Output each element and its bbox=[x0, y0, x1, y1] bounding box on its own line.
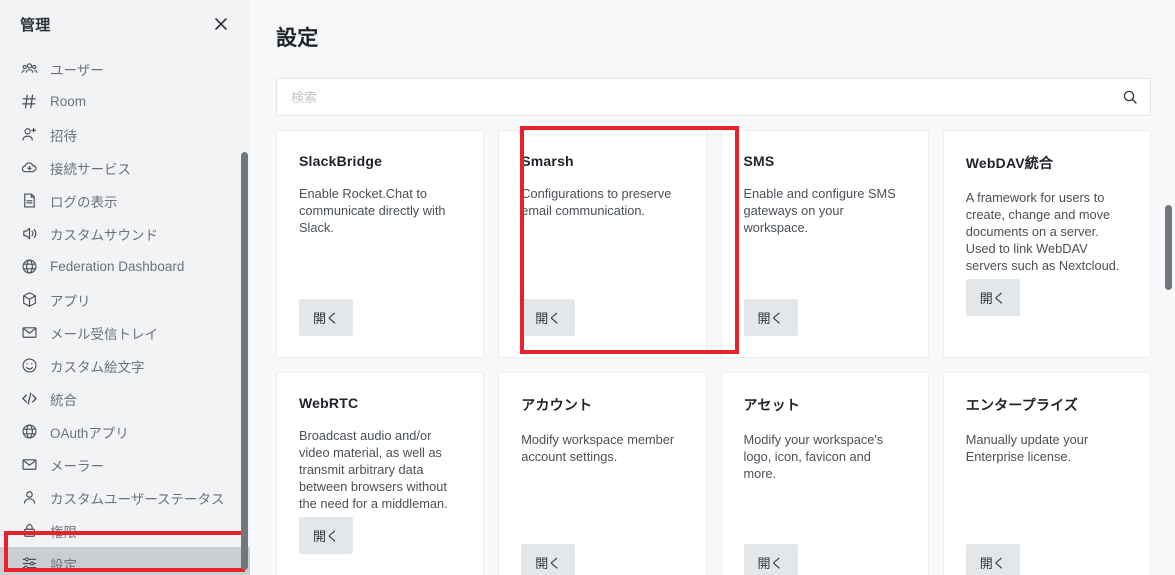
sidebar-item-13[interactable]: カスタムユーザーステータス bbox=[0, 481, 250, 514]
sidebar-item-10[interactable]: 統合 bbox=[0, 382, 250, 415]
open-button[interactable]: 開く bbox=[743, 299, 798, 336]
sidebar-item-list: ユーザー Room 招待接続サービス ログの表示カスタムサウンド Federation … bbox=[0, 48, 250, 575]
sidebar-item-label: 設定 bbox=[50, 557, 77, 573]
sidebar-item-11[interactable]: OAuthアプリ bbox=[0, 415, 250, 448]
sidebar-item-0[interactable]: ユーザー bbox=[0, 52, 250, 85]
settings-main-panel: 設定 SlackBridge Enable Rocket.Chat to comm… bbox=[250, 0, 1175, 575]
cloud-plus-icon bbox=[20, 159, 38, 177]
card-description: Configurations to preserve email communi… bbox=[521, 186, 672, 218]
globe-icon bbox=[20, 258, 38, 276]
card-title: Smarsh bbox=[521, 153, 574, 169]
sidebar-item-label: ログの表示 bbox=[50, 194, 118, 210]
search-box[interactable] bbox=[276, 78, 1151, 116]
sidebar-item-label: メーラー bbox=[50, 458, 104, 474]
main-scrollbar[interactable] bbox=[1165, 205, 1172, 290]
sidebar-item-label: カスタム絵文字 bbox=[50, 359, 145, 375]
card-title: アカウント bbox=[521, 397, 593, 413]
settings-card[interactable]: WebDAV統合 A framework for users to create,… bbox=[942, 130, 1151, 358]
search-container bbox=[250, 52, 1175, 116]
close-icon[interactable] bbox=[208, 11, 234, 37]
sidebar-title: 管理 bbox=[20, 16, 51, 34]
lock-icon bbox=[20, 522, 38, 540]
sidebar-item-label: Room bbox=[50, 94, 87, 109]
emoji-icon bbox=[20, 357, 38, 375]
search-input[interactable] bbox=[291, 89, 1122, 105]
user-plus-icon bbox=[20, 126, 38, 144]
settings-card-grid: SlackBridge Enable Rocket.Chat to communi… bbox=[250, 116, 1175, 575]
code-icon bbox=[20, 390, 38, 408]
sidebar-item-12[interactable]: メーラー bbox=[0, 448, 250, 481]
sidebar-item-label: 統合 bbox=[50, 392, 77, 408]
card-title: SMS bbox=[743, 153, 775, 169]
settings-card[interactable]: アカウント Modify workspace member account set… bbox=[498, 372, 707, 575]
hash-icon bbox=[20, 93, 38, 111]
cube-icon bbox=[20, 291, 38, 309]
open-button[interactable]: 開く bbox=[299, 517, 354, 554]
page-title: 設定 bbox=[276, 27, 319, 50]
sidebar-item-label: カスタムサウンド bbox=[50, 227, 158, 243]
open-button[interactable]: 開く bbox=[965, 544, 1020, 575]
person-icon bbox=[20, 489, 38, 507]
sidebar-item-1[interactable]: Room bbox=[0, 85, 250, 118]
team-icon bbox=[20, 60, 38, 78]
mail-icon bbox=[20, 324, 38, 342]
card-title: WebDAV統合 bbox=[965, 155, 1054, 171]
sidebar-item-4[interactable]: ログの表示 bbox=[0, 184, 250, 217]
sliders-icon bbox=[20, 555, 38, 573]
settings-card[interactable]: SlackBridge Enable Rocket.Chat to communi… bbox=[276, 130, 485, 358]
admin-settings-page: 管理 ユーザー Room 招待接続サービス ログの表示カスタムサウンド Federati… bbox=[0, 0, 1175, 575]
sidebar-item-label: Federation Dashboard bbox=[50, 259, 185, 274]
open-button[interactable]: 開く bbox=[521, 299, 576, 336]
sidebar-item-label: カスタムユーザーステータス bbox=[50, 491, 225, 507]
sidebar-scrollbar[interactable] bbox=[241, 152, 248, 570]
card-description: Manually update your Enterprise license. bbox=[965, 432, 1089, 464]
globe-icon bbox=[20, 423, 38, 441]
sidebar-item-6[interactable]: Federation Dashboard bbox=[0, 250, 250, 283]
sidebar-item-label: 接続サービス bbox=[50, 161, 131, 177]
sidebar-item-7[interactable]: アプリ bbox=[0, 283, 250, 316]
sidebar-item-8[interactable]: メール受信トレイ bbox=[0, 316, 250, 349]
sidebar-item-label: 招待 bbox=[50, 128, 77, 144]
card-title: エンタープライズ bbox=[965, 397, 1079, 413]
open-button[interactable]: 開く bbox=[521, 544, 576, 575]
search-icon[interactable] bbox=[1122, 89, 1138, 105]
settings-card[interactable]: WebRTC Broadcast audio and/or video mater… bbox=[276, 372, 485, 575]
sidebar-item-label: ユーザー bbox=[50, 62, 104, 78]
card-title: SlackBridge bbox=[299, 153, 383, 169]
sidebar-item-label: アプリ bbox=[50, 293, 91, 309]
card-description: Broadcast audio and/or video material, a… bbox=[299, 428, 448, 511]
card-description: A framework for users to create, change … bbox=[965, 190, 1120, 273]
sidebar-item-3[interactable]: 接続サービス bbox=[0, 151, 250, 184]
admin-sidebar: 管理 ユーザー Room 招待接続サービス ログの表示カスタムサウンド Federati… bbox=[0, 0, 250, 575]
settings-card[interactable]: エンタープライズ Manually update your Enterprise … bbox=[942, 372, 1151, 575]
sidebar-item-14[interactable]: 権限 bbox=[0, 514, 250, 547]
card-title: アセット bbox=[743, 397, 801, 413]
sidebar-header: 管理 bbox=[0, 0, 250, 48]
sidebar-item-15[interactable]: 設定 bbox=[0, 547, 250, 575]
card-description: Modify your workspace's logo, icon, favi… bbox=[743, 432, 884, 481]
settings-card[interactable]: アセット Modify your workspace's logo, icon, … bbox=[720, 372, 929, 575]
card-description: Enable and configure SMS gateways on you… bbox=[743, 186, 896, 235]
card-description: Enable Rocket.Chat to communicate direct… bbox=[299, 186, 446, 235]
sidebar-item-9[interactable]: カスタム絵文字 bbox=[0, 349, 250, 382]
settings-card[interactable]: Smarsh Configurations to preserve email c… bbox=[498, 130, 707, 358]
open-button[interactable]: 開く bbox=[743, 544, 798, 575]
sidebar-item-label: メール受信トレイ bbox=[50, 326, 158, 342]
settings-card[interactable]: SMS Enable and configure SMS gateways on … bbox=[720, 130, 929, 358]
sidebar-item-5[interactable]: カスタムサウンド bbox=[0, 217, 250, 250]
sidebar-item-label: 権限 bbox=[50, 524, 77, 540]
mail-icon bbox=[20, 456, 38, 474]
open-button[interactable]: 開く bbox=[965, 279, 1020, 316]
document-icon bbox=[20, 192, 38, 210]
sidebar-item-2[interactable]: 招待 bbox=[0, 118, 250, 151]
card-title: WebRTC bbox=[299, 395, 359, 411]
sound-icon bbox=[20, 225, 38, 243]
open-button[interactable]: 開く bbox=[299, 299, 354, 336]
sidebar-item-label: OAuthアプリ bbox=[50, 425, 129, 441]
card-description: Modify workspace member account settings… bbox=[521, 432, 675, 464]
